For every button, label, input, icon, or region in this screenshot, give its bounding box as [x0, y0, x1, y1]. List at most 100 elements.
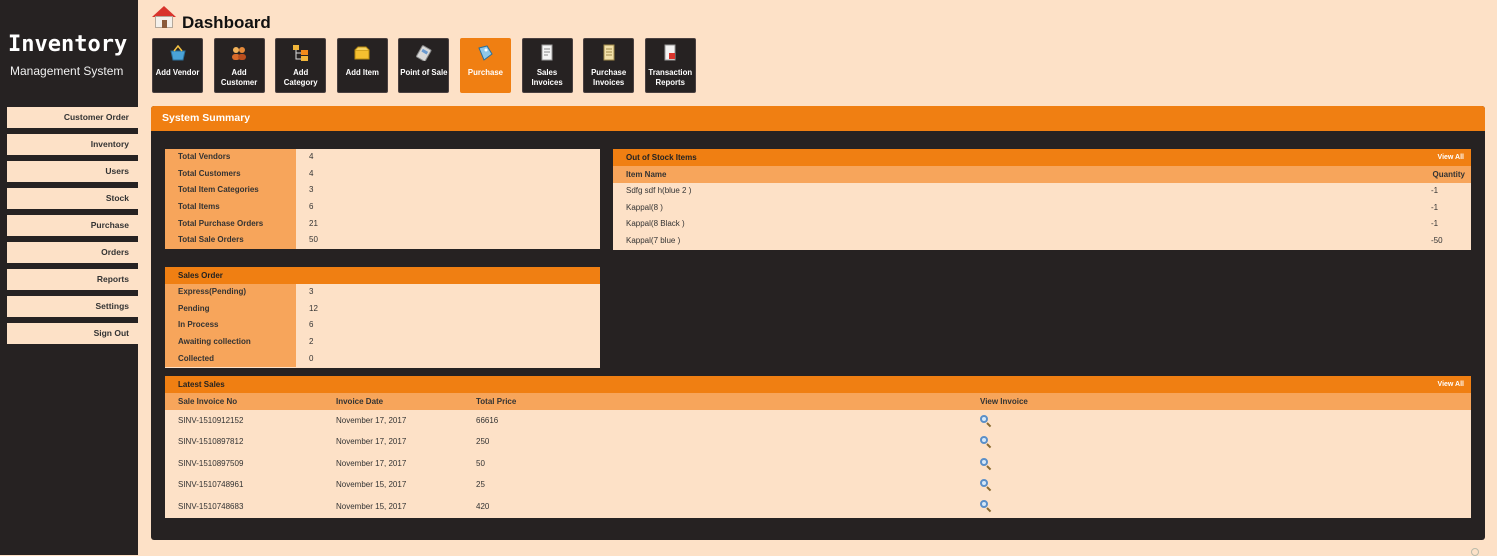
totals-label: Total Items — [165, 199, 296, 216]
sales-order-row: Pending 12 — [165, 300, 600, 318]
sales-order-title: Sales Order — [165, 267, 600, 284]
view-invoice-cell — [980, 453, 1471, 474]
latest-sales-view-all-link[interactable]: View All — [1438, 376, 1464, 393]
sale-invoice-no: SINV-1510748961 — [178, 480, 244, 490]
column-header-total-price: Total Price — [476, 397, 517, 406]
column-header-quantity: Quantity — [1432, 170, 1465, 179]
totals-row: Total Vendors 4 — [165, 149, 600, 166]
table-row: SINV-1510748961 November 15, 2017 25 — [165, 474, 1471, 495]
sales-order-row: Collected 0 — [165, 350, 600, 368]
sales-order-row: Express(Pending) 3 — [165, 284, 600, 301]
item-quantity: -1 — [1431, 202, 1439, 212]
totals-value: 6 — [309, 202, 314, 212]
totals-value: 50 — [309, 235, 318, 245]
sidebar-item-reports[interactable]: Reports — [7, 269, 138, 290]
card-icon — [413, 42, 435, 64]
sidebar-item-stock[interactable]: Stock — [7, 188, 138, 209]
sales-order-value: 3 — [309, 287, 314, 296]
totals-row: Total Sale Orders 50 — [165, 232, 600, 250]
add-customer-button[interactable]: Add Customer — [213, 38, 265, 93]
sales-order-value: 12 — [309, 303, 318, 313]
column-header-item-name: Item Name — [626, 170, 667, 179]
invoice-date: November 17, 2017 — [336, 416, 407, 425]
magnifier-icon[interactable] — [980, 479, 992, 492]
sidebar-item-settings[interactable]: Settings — [7, 296, 138, 317]
sale-invoice-no: SINV-1510748683 — [178, 501, 244, 511]
sidebar-item-inventory[interactable]: Inventory — [7, 134, 138, 155]
add-category-label: Add Category — [283, 68, 318, 87]
purchase-invoices-label: Purchase Invoices — [591, 68, 627, 87]
purchase-button[interactable]: Purchase — [459, 38, 511, 93]
transaction-reports-label: Transaction Reports — [648, 68, 693, 87]
add-category-button[interactable]: Add Category — [275, 38, 327, 93]
out-of-stock-view-all-link[interactable]: View All — [1438, 149, 1464, 166]
sidebar-item-orders[interactable]: Orders — [7, 242, 138, 263]
brand-title: Inventory — [8, 32, 128, 57]
purchase-label: Purchase — [467, 68, 504, 77]
table-row: Kappal(8 Black ) -1 — [613, 216, 1471, 233]
quick-actions: Add Vendor Add Customer Add Category Add… — [152, 38, 706, 93]
page-title: Dashboard — [182, 13, 271, 32]
totals-value: 3 — [309, 185, 314, 195]
sidebar-item-purchase[interactable]: Purchase — [7, 215, 138, 236]
column-header-sale-invoice-no: Sale Invoice No — [178, 397, 238, 406]
add-customer-label: Add Customer — [220, 68, 258, 87]
magnifier-icon[interactable] — [980, 436, 992, 449]
totals-label: Total Customers — [165, 165, 296, 183]
total-price: 50 — [476, 458, 485, 468]
latest-sales-column-headers: Sale Invoice No Invoice Date Total Price… — [165, 393, 1471, 410]
users-icon — [228, 42, 250, 64]
invoice-icon — [598, 42, 620, 64]
point-of-sale-button[interactable]: Point of Sale — [398, 38, 450, 93]
total-price: 25 — [476, 480, 485, 490]
view-invoice-cell — [980, 496, 1471, 517]
latest-sales-table: Latest Sales View All Sale Invoice No In… — [165, 376, 1471, 518]
system-summary-title: System Summary — [151, 106, 1485, 131]
sales-order-row: Awaiting collection 2 — [165, 334, 600, 351]
sales-order-table: Sales Order Express(Pending) 3 Pending 12 … — [165, 267, 600, 368]
total-price: 420 — [476, 501, 490, 511]
table-row: SINV-1510897812 November 17, 2017 250 — [165, 431, 1471, 452]
magnifier-icon[interactable] — [980, 457, 992, 470]
totals-label: Total Item Categories — [165, 182, 296, 200]
view-invoice-cell — [980, 431, 1471, 452]
invoice-date: November 17, 2017 — [336, 458, 407, 468]
sales-order-value: 2 — [309, 337, 314, 347]
table-row: Kappal(8 ) -1 — [613, 200, 1471, 217]
brand-subtitle: Management System — [10, 64, 124, 78]
add-item-button[interactable]: Add Item — [336, 38, 388, 93]
invoice-date: November 17, 2017 — [336, 437, 407, 447]
sales-order-label: Awaiting collection — [165, 334, 296, 351]
out-of-stock-table: Out of Stock Items View All Item Name Qu… — [613, 149, 1471, 250]
add-vendor-button[interactable]: Add Vendor — [152, 38, 203, 93]
item-quantity: -1 — [1431, 219, 1439, 229]
item-name: Sdfg sdf h(blue 2 ) — [626, 186, 692, 195]
latest-sales-header: Latest Sales View All — [165, 376, 1471, 393]
add-item-label: Add Item — [345, 68, 379, 77]
sidebar: Inventory Management System Customer Ord… — [0, 0, 138, 555]
sales-order-label: Collected — [165, 350, 296, 368]
totals-row: Total Customers 4 — [165, 165, 600, 183]
sidebar-item-customer-order[interactable]: Customer Order — [7, 107, 138, 128]
sales-order-label: Pending — [165, 300, 296, 318]
table-row: Sdfg sdf h(blue 2 ) -1 — [613, 183, 1471, 200]
purchase-invoices-button[interactable]: Purchase Invoices — [583, 38, 635, 93]
sale-invoice-no: SINV-1510897509 — [178, 458, 244, 468]
sidebar-item-sign-out[interactable]: Sign Out — [7, 323, 138, 344]
totals-table: Total Vendors 4 Total Customers 4 Total It… — [165, 149, 600, 250]
magnifier-icon[interactable] — [980, 414, 992, 428]
sidebar-item-users[interactable]: Users — [7, 161, 138, 182]
column-header-view-invoice: View Invoice — [980, 397, 1028, 406]
magnifier-icon[interactable] — [980, 500, 992, 513]
sales-order-label: Express(Pending) — [165, 284, 296, 301]
transaction-reports-button[interactable]: Transaction Reports — [644, 38, 696, 93]
system-summary-panel: System Summary Total Vendors 4 Total Cust… — [151, 106, 1485, 540]
totals-value: 4 — [309, 168, 314, 178]
totals-value: 21 — [309, 218, 318, 228]
item-quantity: -1 — [1431, 186, 1439, 195]
sales-invoices-button[interactable]: Sales Invoices — [521, 38, 573, 93]
sale-invoice-no: SINV-1510912152 — [178, 416, 244, 425]
invoice-date: November 15, 2017 — [336, 480, 407, 490]
box-icon — [351, 42, 373, 64]
total-price: 66616 — [476, 416, 499, 425]
